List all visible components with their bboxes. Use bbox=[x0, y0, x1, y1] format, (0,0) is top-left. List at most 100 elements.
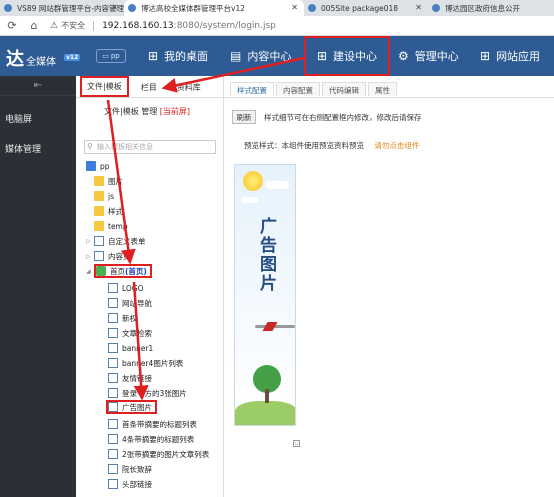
tree-node-widget[interactable]: banner1 bbox=[108, 341, 153, 355]
page-icon bbox=[94, 251, 104, 261]
tree-node-widget[interactable]: 2张带摘要的图片文章列表 bbox=[108, 447, 209, 461]
site-switcher[interactable]: ▭ pp bbox=[96, 49, 126, 63]
tree-node-widget[interactable]: 友情链接 bbox=[108, 371, 152, 385]
widget-icon bbox=[108, 283, 118, 293]
tree-node-widget[interactable]: 网站导航 bbox=[108, 296, 152, 310]
close-icon[interactable]: ✕ bbox=[415, 3, 422, 12]
tab-title: 博达高校全媒体群管理平台v12 bbox=[141, 3, 245, 13]
browser-tab-active[interactable]: 博达高校全媒体群管理平台v12 ✕ bbox=[124, 0, 304, 16]
widget-icon bbox=[108, 298, 118, 308]
tree-node-widget[interactable]: 新权 bbox=[108, 311, 137, 325]
apps-icon: ⊞ bbox=[480, 49, 491, 63]
expand-icon[interactable]: ▷ bbox=[86, 253, 94, 260]
cloud-image bbox=[241, 197, 259, 203]
tree-node-widget[interactable]: 首条带摘要的标题列表 bbox=[108, 417, 197, 431]
tab-file-template[interactable]: 文件|模板 bbox=[80, 76, 129, 97]
tab-code-edit[interactable]: 代码编辑 bbox=[322, 82, 366, 96]
tree-node-content[interactable]: ▷ 内容页 bbox=[86, 249, 131, 263]
search-input[interactable]: ⚲ 输入模板相关信息 bbox=[84, 140, 216, 154]
close-icon[interactable]: ✕ bbox=[111, 3, 118, 12]
sidebar-item-media[interactable]: 媒体管理 bbox=[5, 142, 41, 155]
hint-text: 样式细节可在右侧配置框内修改，修改后请保存 bbox=[264, 113, 422, 122]
site-favicon-icon bbox=[308, 4, 316, 12]
browser-tab[interactable]: 博达园区政府信息公开 bbox=[428, 0, 554, 16]
window-icon: ▤ bbox=[230, 49, 242, 63]
tab-title: 005Site package018 bbox=[321, 3, 399, 13]
tree-node-widget[interactable]: LOGO bbox=[108, 281, 144, 295]
expand-icon[interactable]: ▷ bbox=[86, 238, 94, 245]
divider bbox=[224, 97, 554, 98]
tree-node-home[interactable]: ◢ 首页 (首页) bbox=[86, 264, 152, 278]
home-icon bbox=[96, 266, 106, 276]
tree-node-widget[interactable]: 头部链接 bbox=[108, 477, 152, 491]
tree-node-widget[interactable]: 文章检索 bbox=[108, 326, 152, 340]
tree-node-widget[interactable]: 登录下方的3张图片 bbox=[108, 386, 187, 400]
tree-node-form[interactable]: ▷ 自定义表单 bbox=[86, 234, 146, 248]
close-icon[interactable]: ✕ bbox=[291, 3, 298, 12]
logo[interactable]: 达 全媒体 v12 bbox=[6, 45, 81, 71]
site-favicon-icon bbox=[128, 4, 136, 12]
menu-admin-center[interactable]: ⚙ 管理中心 bbox=[398, 36, 459, 76]
tab-properties[interactable]: 属性 bbox=[368, 82, 397, 96]
main-panel: 样式配置 内容配置 代码编辑 属性 刷新 样式细节可在右侧配置框内修改，修改后请… bbox=[224, 76, 554, 497]
menu-content-center[interactable]: ▤ 内容中心 bbox=[230, 36, 291, 76]
site-favicon-icon bbox=[432, 4, 440, 12]
browser-tab[interactable]: 005Site package018 ✕ bbox=[304, 0, 428, 16]
folder-icon bbox=[94, 221, 104, 231]
form-icon bbox=[94, 236, 104, 246]
tree-node-folder[interactable]: temp bbox=[94, 219, 128, 233]
ad-banner-preview[interactable]: 广告图片 bbox=[234, 164, 296, 426]
url-field[interactable]: 192.168.160.13:8080/system/login.jsp bbox=[102, 21, 276, 31]
home-node-highlight: 首页 (首页) bbox=[94, 264, 152, 278]
sidebar: ⇤ 电脑屏 媒体管理 bbox=[0, 76, 76, 497]
collapse-caret-icon[interactable]: ◢ bbox=[86, 268, 94, 275]
site-favicon-icon bbox=[4, 4, 12, 12]
sun-image bbox=[243, 171, 263, 191]
tab-library[interactable]: 资料库 bbox=[171, 82, 207, 97]
tab-style-config[interactable]: 样式配置 bbox=[230, 82, 274, 96]
widget-icon bbox=[108, 313, 118, 323]
widget-icon bbox=[108, 419, 118, 429]
widget-icon bbox=[108, 388, 118, 398]
tree-node-folder[interactable]: 图片 bbox=[94, 174, 123, 188]
tree-node-folder[interactable]: js bbox=[94, 189, 114, 203]
collapse-icon[interactable]: ⇤ bbox=[0, 76, 76, 96]
tree-node-widget[interactable]: 4条带摘要的标题列表 bbox=[108, 432, 194, 446]
tree-trunk-image bbox=[265, 389, 269, 403]
tab-column[interactable]: 栏目 bbox=[135, 82, 163, 97]
app-header: 达 全媒体 v12 ▭ pp ⊞ 我的桌面 ▤ 内容中心 ⊞ 建设中心 ⚙ 管理… bbox=[0, 36, 554, 76]
grid-icon: ⊞ bbox=[316, 49, 328, 63]
folder-icon bbox=[94, 191, 104, 201]
file-panel: 文件|模板 栏目 资料库 文件|模板 管理 [当前屏] ⚲ 输入模板相关信息 p… bbox=[76, 76, 224, 497]
widget-icon bbox=[108, 373, 118, 383]
menu-build-center[interactable]: ⊞ 建设中心 bbox=[304, 36, 390, 76]
tree-node-widget[interactable]: banner4图片列表 bbox=[108, 356, 183, 370]
tab-title: 博达园区政府信息公开 bbox=[445, 3, 520, 13]
tab-title: VS89 网站群管理平台-内容管理 bbox=[17, 3, 124, 13]
refresh-button[interactable]: 刷新 bbox=[232, 110, 256, 124]
widget-icon bbox=[108, 328, 118, 338]
monitor-icon: ▭ bbox=[102, 52, 109, 60]
sidebar-item-pc-screen[interactable]: 电脑屏 bbox=[5, 112, 32, 125]
tree-node-site[interactable]: pp bbox=[86, 159, 110, 173]
grid-icon: ⊞ bbox=[148, 49, 159, 63]
tree-node-folder[interactable]: 样式 bbox=[94, 204, 123, 218]
widget-icon bbox=[108, 434, 118, 444]
banner-text: 广告图片 bbox=[256, 217, 276, 293]
preview-warning: 请勿点击组件 bbox=[374, 141, 420, 150]
home-icon[interactable]: ⌂ bbox=[26, 19, 42, 32]
tab-content-config[interactable]: 内容配置 bbox=[276, 82, 320, 96]
folder-icon bbox=[94, 176, 104, 186]
resize-icon[interactable]: ▫ bbox=[293, 440, 300, 447]
widget-icon bbox=[108, 402, 118, 412]
menu-desktop[interactable]: ⊞ 我的桌面 bbox=[148, 36, 208, 76]
gear-icon: ⚙ bbox=[398, 49, 409, 63]
browser-tab[interactable]: VS89 网站群管理平台-内容管理 ✕ bbox=[0, 0, 124, 16]
tree-node-widget[interactable]: 院长致辞 bbox=[108, 462, 152, 476]
airplane-image bbox=[255, 325, 295, 328]
tree-node-ad-image[interactable]: 广告图片 bbox=[106, 400, 157, 414]
reload-icon[interactable]: ⟳ bbox=[4, 19, 20, 32]
search-icon: ⚲ bbox=[87, 142, 93, 151]
security-indicator[interactable]: ⚠ 不安全 bbox=[50, 20, 85, 31]
menu-site-apps[interactable]: ⊞ 网站应用 bbox=[480, 36, 540, 76]
